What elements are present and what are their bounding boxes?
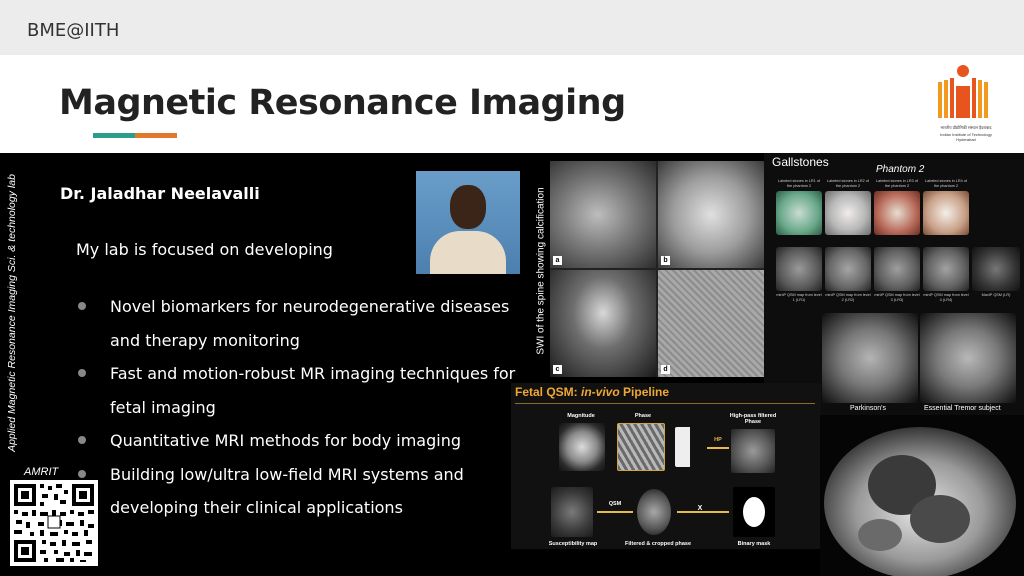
- arrow-icon: [707, 447, 729, 449]
- spine-image-c: c: [550, 270, 656, 377]
- bullet-icon: [78, 369, 86, 377]
- mask-shape: [743, 497, 765, 527]
- qsm-caption: minIP QSM map from level 4 (LR4): [923, 293, 969, 302]
- logo-caption-hindi: भारतीय प्रौद्योगिकी संस्थान हैदराबाद: [940, 125, 992, 130]
- qsm-map: [874, 247, 920, 291]
- panel-label: b: [661, 256, 670, 265]
- intro-text: My lab is focused on developing: [76, 240, 333, 259]
- spine-image-a: a: [550, 161, 656, 268]
- qsm-caption: minIP QSM map from level 1 (LR1): [776, 293, 822, 302]
- qsm-map: [825, 247, 871, 291]
- page-title: Magnetic Resonance Imaging: [59, 83, 626, 123]
- fetal-filtered-image: [637, 489, 671, 535]
- spine-image-grid: a b c d: [550, 161, 764, 377]
- brain-mri-essential-tremor: [920, 313, 1016, 403]
- fetal-label-highpass: High-pass filtered Phase: [729, 413, 777, 425]
- fetal-susceptibility-image: [551, 487, 593, 537]
- fetal-label-phase: Phase: [634, 413, 652, 419]
- gallstones-caption: Labeled stones in LR4 of the phantom 2: [924, 179, 967, 188]
- qr-label: AMRIT: [24, 466, 59, 478]
- fetal-label-magnitude: Magnitude: [567, 413, 595, 419]
- research-list: Novel biomarkers for neurodegenerative d…: [76, 290, 536, 525]
- fetal-title-rule: [515, 403, 815, 404]
- list-item-text: Fast and motion-robust MR imaging techni…: [110, 364, 516, 417]
- title-area: Magnetic Resonance Imaging: [0, 55, 1024, 153]
- list-item: Quantitative MRI methods for body imagin…: [76, 424, 536, 458]
- fetal-label-hp: HP: [714, 437, 722, 443]
- list-item: Fast and motion-robust MR imaging techni…: [76, 357, 536, 424]
- org-label: BME@IITH: [27, 20, 120, 41]
- fetal-magnitude-image: [559, 423, 605, 471]
- list-item: Building low/ultra low-field MRI systems…: [76, 458, 536, 525]
- fetal-mri-graphic: [824, 427, 1016, 576]
- professor-photo: [416, 171, 520, 274]
- gallstones-title: Gallstones: [772, 155, 829, 169]
- qr-code-icon: [14, 484, 94, 562]
- fetal-highpass-image: [731, 429, 775, 473]
- fetal-label-filtered: Filtered & cropped phase: [624, 541, 691, 547]
- fetal-label-susceptibility: Susceptibility map: [548, 541, 598, 547]
- bullet-icon: [78, 302, 86, 310]
- fetal-phase-image: [617, 423, 665, 471]
- arrow-icon: [597, 511, 633, 513]
- fetal-label-x: X: [697, 505, 703, 512]
- fetal-label-mask: Binary mask: [737, 541, 771, 547]
- bullet-icon: [78, 469, 86, 478]
- logo-caption-english: Indian Institute of Technology Hyderabad: [940, 132, 992, 142]
- phantom-photo: [776, 191, 822, 235]
- fetal-phase-crop-image: [675, 427, 705, 467]
- top-bar: BME@IITH: [0, 0, 1024, 55]
- gallstones-caption: Labeled stones in LR2 of the phantom 2: [826, 179, 869, 188]
- lab-name-vertical: Applied Magnetic Resonance Imaging Sci. …: [4, 158, 20, 468]
- list-item-text: Building low/ultra low-field MRI systems…: [110, 464, 464, 518]
- brain-label-essential-tremor: Essential Tremor subject: [924, 405, 1001, 412]
- spine-caption: SWI of the spine showing calcification: [535, 187, 547, 355]
- list-item-text: Novel biomarkers for neurodegenerative d…: [110, 297, 510, 350]
- gallstones-caption: Labeled stones in LR3 of the phantom 2: [875, 179, 918, 188]
- spine-caption-vertical: SWI of the spine showing calcification: [534, 160, 548, 382]
- list-item: Novel biomarkers for neurodegenerative d…: [76, 290, 536, 357]
- photo-face: [450, 185, 486, 229]
- accent-bar-teal: [93, 133, 135, 138]
- phantom-photo: [874, 191, 920, 235]
- brain-mri-parkinsons: [822, 313, 918, 403]
- fetal-mri-image: [820, 415, 1024, 576]
- brain-label-parkinsons: Parkinson's: [850, 405, 886, 412]
- qsm-caption: minIP QSM map from level 2 (LR2): [825, 293, 871, 302]
- panel-label: c: [553, 365, 562, 374]
- lab-name-text: Applied Magnetic Resonance Imaging Sci. …: [6, 174, 18, 452]
- spine-image-b: b: [658, 161, 764, 268]
- qsm-map: [776, 247, 822, 291]
- qsm-caption: minIP QSM map from level 3 (LR3): [874, 293, 920, 302]
- phantom-photo: [923, 191, 969, 235]
- accent-bar-orange: [135, 133, 177, 138]
- fetal-mask-image: [733, 487, 775, 537]
- phantom-title: Phantom 2: [876, 164, 925, 175]
- gallstones-figure: Gallstones Phantom 2 Labeled stones in L…: [764, 153, 1024, 415]
- fetal-figure-title: Fetal QSM: in-vivo Pipeline: [515, 385, 670, 399]
- iith-logo: भारतीय प्रौद्योगिकी संस्थान हैदराबाद Ind…: [930, 62, 1002, 146]
- spine-image-d: d: [658, 270, 764, 377]
- iith-logo-icon: [938, 65, 988, 118]
- fetal-qsm-figure: Fetal QSM: in-vivo Pipeline Magnitude Ph…: [511, 383, 821, 549]
- professor-name: Dr. Jaladhar Neelavalli: [60, 184, 260, 203]
- qr-code[interactable]: [10, 480, 98, 566]
- qsm-map: [923, 247, 969, 291]
- qsm-caption: MaxIP QSM (LR): [981, 293, 1011, 297]
- panel-label: d: [661, 365, 670, 374]
- photo-shirt: [430, 231, 506, 274]
- maxip-qsm-map: [972, 247, 1020, 291]
- fetal-label-qsm: QSM: [608, 501, 622, 507]
- bullet-icon: [78, 436, 86, 444]
- phantom-photo: [825, 191, 871, 235]
- list-item-text: Quantitative MRI methods for body imagin…: [110, 431, 462, 450]
- gallstones-caption: Labeled stones in LR1 of the phantom 2: [777, 179, 820, 188]
- panel-label: a: [553, 256, 562, 265]
